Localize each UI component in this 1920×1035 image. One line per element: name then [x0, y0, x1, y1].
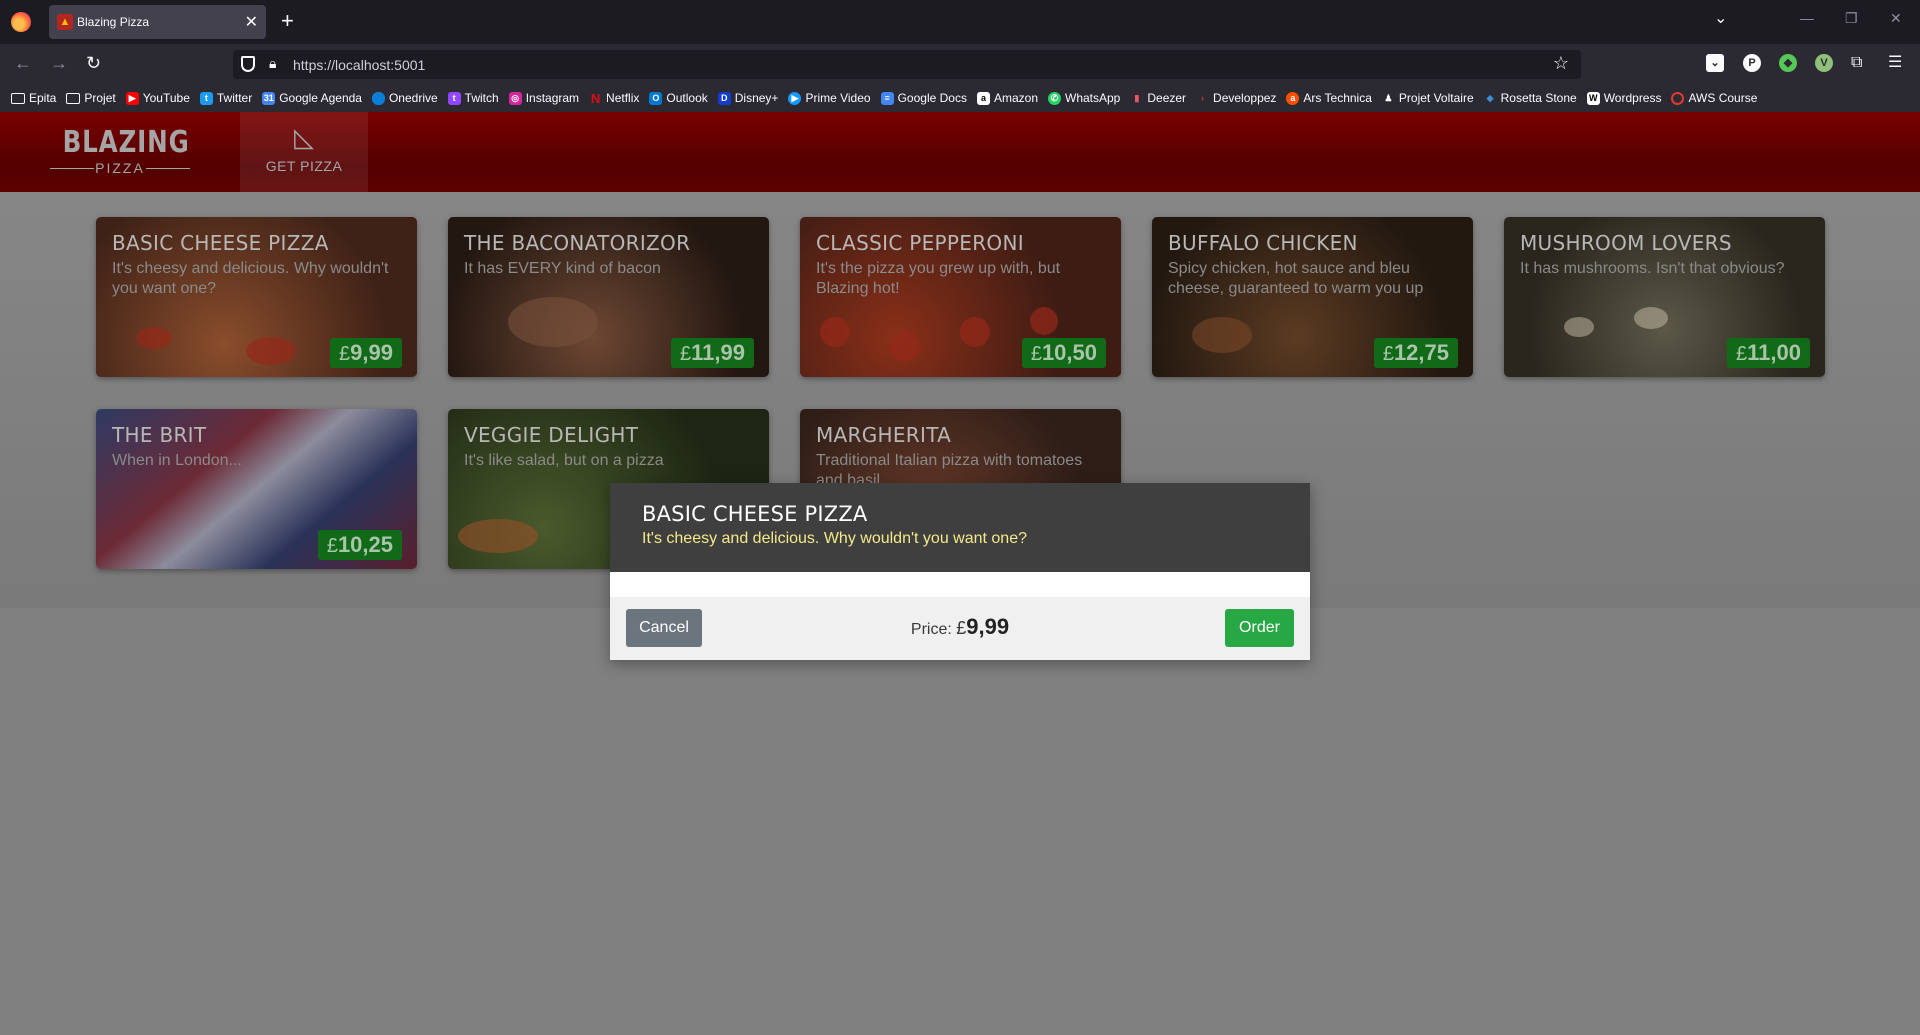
bookmark-epita[interactable]: Epita: [11, 91, 56, 105]
configure-pizza-dialog: BASIC CHEESE PIZZA It's cheesy and delic…: [610, 483, 1310, 660]
pizza-card[interactable]: THE BRIT When in London... £10,25: [96, 409, 417, 569]
bookmark-google-docs[interactable]: ≡ Google Docs: [880, 91, 967, 105]
url-text[interactable]: https://localhost:5001: [293, 57, 425, 73]
rosetta-icon: ◆: [1486, 92, 1494, 103]
reload-icon[interactable]: ↻: [86, 52, 101, 74]
ars-technica-icon: a: [1286, 91, 1300, 105]
dialog-body: [610, 572, 1310, 597]
pizza-slice-icon: ◺: [294, 122, 314, 152]
bookmark-google-agenda[interactable]: 31 Google Agenda: [262, 91, 362, 105]
tab-blazing-pizza[interactable]: ▲ Blazing Pizza ✕: [49, 5, 266, 39]
bookmark-prime-video[interactable]: ▶ Prime Video: [788, 91, 871, 105]
shield-icon[interactable]: [241, 56, 255, 72]
blazing-pizza-logo[interactable]: BLAZING PIZZA: [50, 126, 190, 184]
privacy-badger-icon[interactable]: ◆: [1779, 54, 1797, 72]
bookmark-twitch[interactable]: t Twitch: [447, 91, 499, 105]
forward-icon[interactable]: →: [50, 52, 68, 74]
dialog-header: BASIC CHEESE PIZZA It's cheesy and delic…: [610, 483, 1310, 572]
docs-icon: ≡: [880, 91, 894, 105]
prime-video-icon: ▶: [788, 91, 802, 105]
browser-nav-bar: ← → ↻ 🔒︎ https://localhost:5001 ☆ ⌄ P ◆ …: [0, 44, 1920, 84]
dialog-description: It's cheesy and delicious. Why wouldn't …: [642, 530, 1027, 547]
tab-title: Blazing Pizza: [77, 15, 150, 29]
lock-icon[interactable]: 🔒︎: [269, 55, 276, 72]
pizza-card[interactable]: THE BACONATORIZOR It has EVERY kind of ba…: [448, 217, 769, 377]
back-icon[interactable]: ←: [14, 52, 32, 74]
dialog-footer: Cancel Price: £9,99 Order: [610, 597, 1310, 660]
bookmark-whatsapp[interactable]: ✆ WhatsApp: [1048, 91, 1120, 105]
bookmarks-bar: Epita Projet ▶ YouTube t Twitter 31 Google …: [0, 84, 1920, 112]
bookmark-twitter[interactable]: t Twitter: [199, 91, 252, 105]
browser-tab-bar: ▲ Blazing Pizza ✕ + ⌄ — ❐ ✕: [0, 0, 1920, 44]
url-bar[interactable]: 🔒︎ https://localhost:5001 ☆: [233, 50, 1581, 79]
folder-icon: [66, 92, 81, 104]
bookmark-disney[interactable]: D Disney+: [717, 91, 778, 105]
voltaire-icon: ♟: [1384, 92, 1393, 103]
pizza-card[interactable]: CLASSIC PEPPERONI It's the pizza you grew…: [800, 217, 1121, 377]
password-manager-icon[interactable]: P: [1743, 54, 1761, 72]
bookmark-youtube[interactable]: ▶ YouTube: [125, 91, 190, 105]
minimize-icon[interactable]: —: [1800, 10, 1814, 26]
chevron-down-icon[interactable]: ⌄: [1714, 8, 1727, 28]
price-badge: £11,00: [1727, 338, 1810, 368]
instagram-icon: ◎: [508, 91, 522, 105]
window-close-icon[interactable]: ✕: [1890, 10, 1902, 27]
bookmark-amazon[interactable]: a Amazon: [976, 91, 1038, 105]
twitch-icon: t: [447, 91, 461, 105]
page-background: [0, 608, 1920, 1035]
price-badge: £10,50: [1021, 338, 1106, 368]
price-badge: £9,99: [330, 338, 402, 368]
folder-icon: [11, 92, 25, 104]
extensions-puzzle-icon[interactable]: ⧉: [1851, 52, 1862, 74]
bookmark-projet[interactable]: Projet: [66, 91, 116, 105]
restore-icon[interactable]: ❐: [1845, 10, 1858, 27]
bookmark-outlook[interactable]: O Outlook: [649, 91, 708, 105]
pizza-favicon-icon: ▲: [57, 14, 73, 30]
calendar-icon: 31: [262, 91, 276, 105]
bookmark-netflix[interactable]: N Netflix: [589, 90, 640, 106]
bookmark-aws-course[interactable]: AWS Course: [1671, 91, 1757, 105]
pizza-card[interactable]: BUFFALO CHICKEN Spicy chicken, hot sauce …: [1152, 217, 1473, 377]
new-tab-button[interactable]: +: [281, 9, 294, 33]
firefox-icon: [11, 12, 31, 32]
youtube-icon: ▶: [125, 91, 139, 105]
price-badge: £11,99: [671, 338, 754, 368]
bookmark-developpez[interactable]: › Developpez: [1196, 91, 1276, 105]
aws-icon: [1671, 91, 1685, 105]
star-icon[interactable]: ☆: [1553, 53, 1569, 74]
bookmark-ars-technica[interactable]: a Ars Technica: [1286, 91, 1372, 105]
deezer-icon: ▮: [1134, 92, 1140, 103]
disney-icon: D: [717, 91, 731, 105]
extension-icon[interactable]: V: [1815, 54, 1833, 72]
developpez-icon: ›: [1201, 92, 1205, 103]
order-button[interactable]: Order: [1225, 609, 1294, 647]
bookmark-projet-voltaire[interactable]: ♟ Projet Voltaire: [1382, 91, 1473, 105]
outlook-icon: O: [649, 91, 663, 105]
twitter-icon: t: [199, 91, 213, 105]
amazon-icon: a: [976, 91, 990, 105]
pizza-card[interactable]: BASIC CHEESE PIZZA It's cheesy and delici…: [96, 217, 417, 377]
pizza-card[interactable]: MUSHROOM LOVERS It has mushrooms. Isn't t…: [1504, 217, 1825, 377]
dialog-title: BASIC CHEESE PIZZA: [642, 502, 868, 526]
bookmark-rosetta-stone[interactable]: ◆ Rosetta Stone: [1484, 91, 1577, 105]
menu-icon[interactable]: ☰: [1888, 52, 1902, 74]
pocket-icon[interactable]: ⌄: [1706, 54, 1724, 72]
cloud-icon: [371, 91, 385, 105]
close-icon[interactable]: ✕: [245, 12, 258, 32]
whatsapp-icon: ✆: [1048, 91, 1061, 105]
app-header: BLAZING PIZZA ◺ GET PIZZA: [0, 112, 1920, 192]
price-badge: £12,75: [1373, 338, 1458, 368]
bookmark-instagram[interactable]: ◎ Instagram: [508, 91, 579, 105]
bookmark-onedrive[interactable]: Onedrive: [371, 91, 438, 105]
wordpress-icon: W: [1586, 91, 1600, 105]
nav-get-pizza[interactable]: ◺ GET PIZZA: [240, 112, 368, 192]
bookmark-deezer[interactable]: ▮ Deezer: [1130, 91, 1186, 105]
bookmark-wordpress[interactable]: W Wordpress: [1586, 91, 1661, 105]
price-badge: £10,25: [317, 530, 402, 560]
price-display: Price: £9,99: [910, 614, 1010, 639]
netflix-icon: N: [590, 90, 601, 106]
